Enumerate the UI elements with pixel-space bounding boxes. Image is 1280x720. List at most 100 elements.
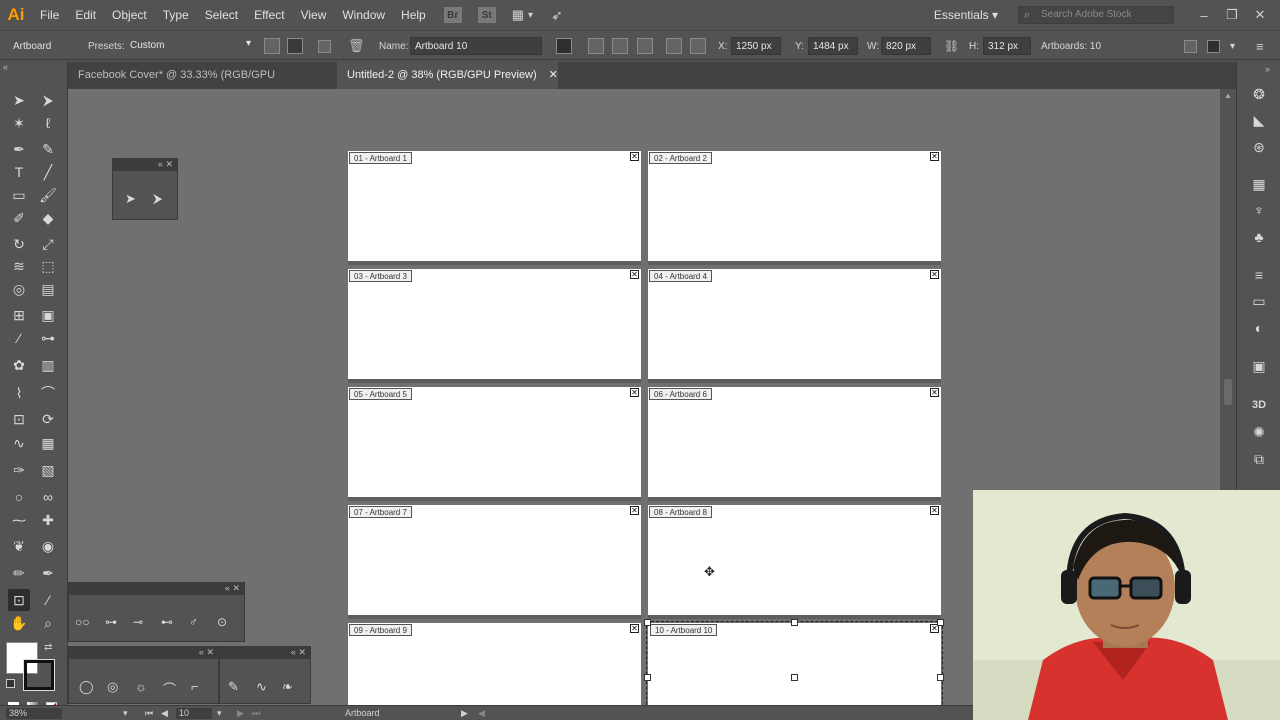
join-anchor-icon[interactable]: ⊙ xyxy=(217,615,227,629)
menu-effect[interactable]: Effect xyxy=(246,0,292,30)
resize-handle[interactable] xyxy=(937,674,944,681)
move-copy-artwork-button[interactable] xyxy=(556,31,572,61)
default-fill-stroke-icon[interactable] xyxy=(6,679,15,688)
artboard-tool-icon[interactable]: ⊡ xyxy=(8,589,30,611)
close-icon[interactable]: ✕ xyxy=(298,647,306,657)
bridge-button[interactable]: Br xyxy=(443,7,462,23)
layers-icon[interactable]: ⧉ xyxy=(1249,449,1269,469)
artboard-label[interactable]: 01 - Artboard 1 xyxy=(349,152,412,164)
link-blend-tool-icon[interactable]: ∞ xyxy=(37,486,59,508)
x-field[interactable]: 1250 px xyxy=(731,31,781,61)
close-icon[interactable]: ✕ xyxy=(232,583,240,593)
menu-window[interactable]: Window xyxy=(334,0,393,30)
gpu-performance-icon[interactable]: ➶ xyxy=(551,7,563,24)
crop-tool-icon[interactable]: ⊡ xyxy=(8,408,30,430)
chevron-down-icon[interactable]: ▾ xyxy=(528,10,533,21)
artboard-label[interactable]: 06 - Artboard 6 xyxy=(649,388,712,400)
artboard-8[interactable]: 08 - Artboard 8 ✕ ✥ xyxy=(648,505,941,615)
resize-handle[interactable] xyxy=(937,619,944,626)
add-anchor-point-icon[interactable]: ⊸ xyxy=(133,615,143,629)
join-tool-icon[interactable]: ⟳ xyxy=(37,408,59,430)
direct-selection-tool-icon[interactable]: ⮞ xyxy=(37,89,59,111)
prev-artboard-icon[interactable]: ◀ xyxy=(161,708,168,719)
artboard-5[interactable]: 05 - Artboard 5 ✕ xyxy=(348,387,641,497)
convert-anchor-icon[interactable]: ♂ xyxy=(189,615,198,629)
gradient-tool-icon[interactable]: ▣ xyxy=(37,304,59,326)
show-center-mark-button[interactable] xyxy=(637,31,653,61)
chevron-down-icon[interactable]: ▾ xyxy=(217,708,222,719)
artboard-7[interactable]: 07 - Artboard 7 ✕ xyxy=(348,505,641,615)
eraser-tool-icon[interactable]: ◆ xyxy=(37,207,59,229)
shape-builder-tool-icon[interactable]: ◎ xyxy=(8,278,30,300)
brushes-icon[interactable]: ♆ xyxy=(1249,200,1269,220)
w-field[interactable]: 820 px xyxy=(881,31,931,61)
stroke-swatch[interactable] xyxy=(23,659,55,691)
perspective-grid-tool-icon[interactable]: ▤ xyxy=(37,278,59,300)
landscape-button[interactable] xyxy=(287,31,303,61)
tab-untitled-2[interactable]: Untitled-2 @ 38% (RGB/GPU Preview) ✕ xyxy=(337,62,558,89)
smooth-tool-icon[interactable]: ⁓ xyxy=(8,509,30,531)
color-panel-icon[interactable]: ❂ xyxy=(1249,84,1269,104)
magic-wand-tool-icon[interactable]: ✶ xyxy=(8,112,30,134)
last-artboard-icon[interactable]: ⏭ xyxy=(252,708,260,719)
smooth-tool-icon[interactable]: ◯ xyxy=(79,679,94,695)
close-icon[interactable]: ✕ xyxy=(630,152,639,161)
resize-handle[interactable] xyxy=(791,619,798,626)
pen-draw-tool-icon[interactable]: ✒ xyxy=(37,562,59,584)
puppet-warp-tool-icon[interactable]: ❦ xyxy=(8,535,30,557)
artboard-label[interactable]: 02 - Artboard 2 xyxy=(649,152,712,164)
anchor-point-tool-icon[interactable]: ⌇ xyxy=(8,382,30,404)
delete-artboard-button[interactable]: 🗑 xyxy=(348,31,365,61)
close-icon[interactable]: ✕ xyxy=(930,506,939,515)
collapse-icon[interactable]: « xyxy=(225,583,230,593)
menu-type[interactable]: Type xyxy=(155,0,197,30)
close-icon[interactable]: ✕ xyxy=(930,388,939,397)
close-icon[interactable]: ✕ xyxy=(206,647,214,657)
blend-tool-icon[interactable]: ⊶ xyxy=(37,327,59,349)
zoom-level[interactable]: 38% xyxy=(6,708,62,719)
first-artboard-icon[interactable]: ⏮ xyxy=(145,708,153,719)
close-icon[interactable]: ✕ xyxy=(630,624,639,633)
scissors-tool-icon[interactable]: ⌐ xyxy=(191,679,199,694)
symbols-icon[interactable]: ♣ xyxy=(1249,227,1269,247)
close-icon[interactable]: ✕ xyxy=(630,506,639,515)
curve-tool-icon[interactable]: ⌒ xyxy=(163,679,176,698)
scroll-thumb[interactable] xyxy=(1224,379,1232,405)
path-eraser-tool-icon[interactable]: ◎ xyxy=(107,679,118,695)
artboard-label[interactable]: 08 - Artboard 8 xyxy=(649,506,712,518)
close-icon[interactable]: ✕ xyxy=(630,270,639,279)
expand-icon[interactable]: » xyxy=(1265,64,1270,74)
collapse-icon[interactable]: « xyxy=(158,159,163,169)
portrait-button[interactable] xyxy=(264,31,280,61)
name-field[interactable]: Artboard 10 xyxy=(410,31,542,61)
menu-object[interactable]: Object xyxy=(104,0,155,30)
new-artboard-button[interactable] xyxy=(318,31,331,61)
chevron-down-icon[interactable]: ▾ xyxy=(123,708,128,719)
brush-variant-icon[interactable]: ❧ xyxy=(282,679,293,695)
scroll-left-icon[interactable]: ◀ xyxy=(478,708,485,719)
menu-select[interactable]: Select xyxy=(197,0,246,30)
3d-icon[interactable]: 3D xyxy=(1249,395,1269,415)
y-field[interactable]: 1484 px xyxy=(808,31,858,61)
menu-edit[interactable]: Edit xyxy=(67,0,104,30)
search-stock-input[interactable]: ⌕ Search Adobe Stock xyxy=(1018,6,1174,24)
artboard-label[interactable]: 05 - Artboard 5 xyxy=(349,388,412,400)
artboard-label[interactable]: 04 - Artboard 4 xyxy=(649,270,712,282)
eyedropper-tool-icon[interactable]: ⁄ xyxy=(8,327,30,349)
blend-tool-icon[interactable]: ○○ xyxy=(75,615,90,629)
stock-button[interactable]: St xyxy=(477,7,496,23)
resize-handle[interactable] xyxy=(644,674,651,681)
workspace-switcher[interactable]: Essentials ▾ xyxy=(934,8,998,22)
artboard-label[interactable]: 09 - Artboard 9 xyxy=(349,624,412,636)
rectangle-tool-icon[interactable]: ▭ xyxy=(8,184,30,206)
color-guide-icon[interactable]: ◣ xyxy=(1249,110,1269,130)
lasso-tool-icon[interactable]: ℓ xyxy=(37,112,59,134)
line-tool-icon[interactable]: ╱ xyxy=(37,161,59,183)
presets-select[interactable]: Custom ▾ xyxy=(126,31,254,61)
artboard-4[interactable]: 04 - Artboard 4 ✕ xyxy=(648,269,941,379)
shaper-tool-icon[interactable]: ✐ xyxy=(8,207,30,229)
type-tool-icon[interactable]: T xyxy=(8,161,30,183)
delete-anchor-point-icon[interactable]: ⊷ xyxy=(161,615,173,629)
artboard-label[interactable]: 10 - Artboard 10 xyxy=(650,624,718,636)
slice-tool-icon[interactable]: ⁄ xyxy=(37,589,59,611)
